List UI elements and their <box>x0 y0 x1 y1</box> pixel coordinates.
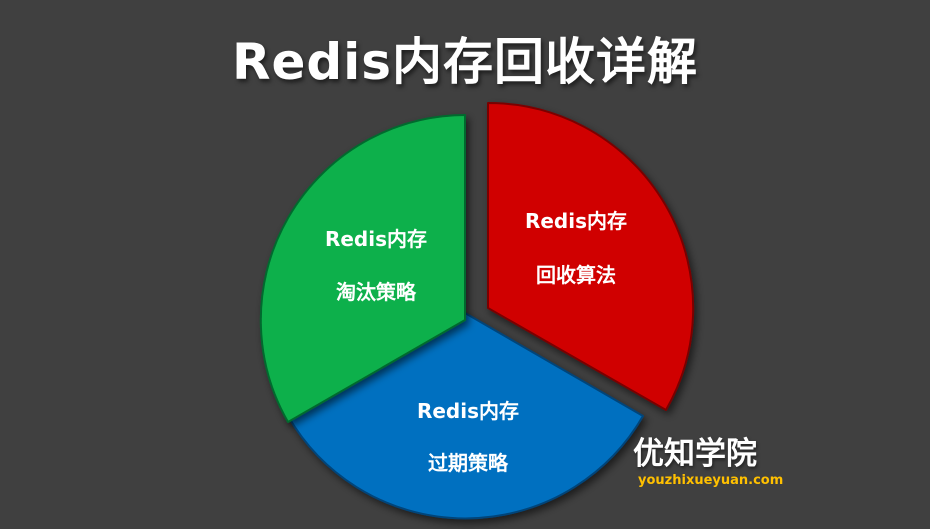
blue-label-line2: 过期策略 <box>428 451 509 475</box>
green-label-line2: 淘汰策略 <box>336 280 417 304</box>
blue-label-line1: Redis内存 <box>417 399 519 423</box>
brand-name: 优知学院 <box>633 436 757 472</box>
green-label-line1: Redis内存 <box>325 227 427 251</box>
pie-diagram: Redis内存 回收算法 Redis内存 过期策略 Redis内存 淘汰策略 <box>259 102 695 520</box>
slide: Redis内存回收详解 Redis内存 回收算法 Redis内存 过期策略 Re… <box>0 0 930 529</box>
brand-url: youzhixueyuan.com <box>638 473 784 488</box>
red-label-line2: 回收算法 <box>536 263 616 287</box>
red-label-line1: Redis内存 <box>525 209 627 233</box>
